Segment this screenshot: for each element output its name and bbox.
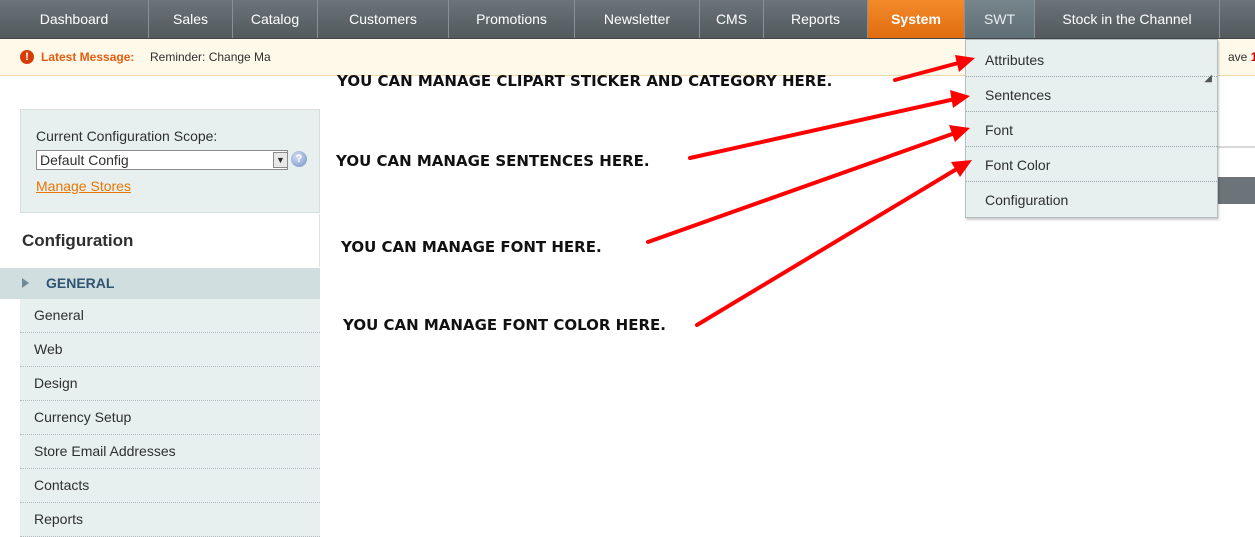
arrow-head-attributes: [955, 55, 975, 72]
annotation-arrows: [646, 55, 975, 327]
arrow-line-font-color: [695, 168, 957, 327]
arrow-line-attributes: [893, 60, 964, 82]
arrow-head-font: [949, 125, 970, 142]
arrow-head-sentences: [950, 90, 970, 108]
arrow-line-font: [646, 131, 957, 244]
